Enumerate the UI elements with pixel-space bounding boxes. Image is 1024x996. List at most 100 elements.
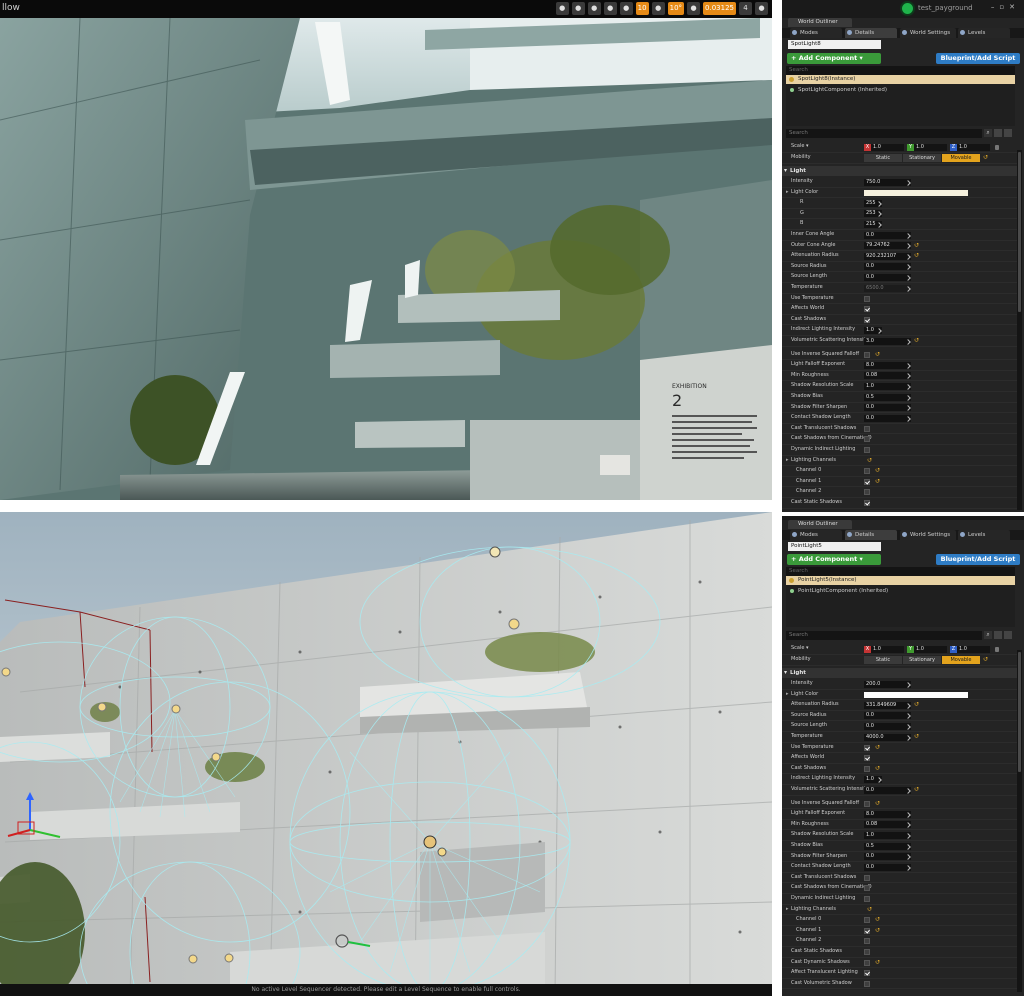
prop-checkbox[interactable] xyxy=(864,917,870,924)
tab-world-settings[interactable]: World Settings xyxy=(900,530,956,540)
component-inherited-row[interactable]: SpotLightComponent (Inherited) xyxy=(786,86,1015,95)
prop-value-field[interactable]: 0.0 xyxy=(864,853,911,861)
reset-icon[interactable]: ↺ xyxy=(867,906,872,913)
prop-value-field[interactable]: 0.0 xyxy=(864,786,911,794)
prop-checkbox[interactable] xyxy=(864,425,870,432)
scale-label[interactable]: Scale ▾ xyxy=(791,645,809,651)
expand-arrow-icon[interactable]: ▸ xyxy=(786,906,789,912)
prop-value-field[interactable]: 255 xyxy=(864,199,882,207)
blueprint-add-script-button[interactable]: Blueprint/Add Script xyxy=(936,554,1020,565)
prop-value-field[interactable]: 0.0 xyxy=(864,722,911,730)
mobility-static-button[interactable]: Static xyxy=(864,656,902,664)
prop-value-field[interactable]: 331.849609 xyxy=(864,701,911,709)
expand-arrow-icon[interactable]: ▸ xyxy=(786,457,789,463)
object-name-field[interactable]: PointLight5 xyxy=(788,542,881,551)
reset-icon[interactable]: ↺ xyxy=(914,786,919,793)
component-instance-row[interactable]: PointLight5(Instance) xyxy=(786,576,1015,585)
reset-icon[interactable]: ↺ xyxy=(875,765,880,772)
tab-details[interactable]: Details xyxy=(845,530,897,540)
snap-grid-icon[interactable]: ● xyxy=(619,2,633,15)
expand-arrow-icon[interactable]: ▸ xyxy=(786,189,789,195)
reset-icon[interactable]: ↺ xyxy=(867,457,872,464)
reset-icon[interactable]: ↺ xyxy=(983,656,988,663)
prop-value-field[interactable]: 0.08 xyxy=(864,821,911,829)
grid-size[interactable]: 10 xyxy=(635,2,649,15)
prop-value-field[interactable]: 0.0 xyxy=(864,273,911,281)
prop-value-field[interactable]: 0.0 xyxy=(864,712,911,720)
prop-checkbox[interactable] xyxy=(864,468,870,475)
prop-checkbox[interactable] xyxy=(864,755,870,762)
prop-checkbox[interactable] xyxy=(864,970,870,977)
reset-icon[interactable]: ↺ xyxy=(875,927,880,934)
scale-x-field[interactable]: X 1.0 xyxy=(864,143,904,151)
prop-value-field[interactable]: 1.0 xyxy=(864,382,911,390)
prop-value-field[interactable]: 215 xyxy=(864,220,882,228)
tab-modes[interactable]: Modes xyxy=(790,530,842,540)
eye-icon[interactable] xyxy=(1004,631,1012,639)
view-options-icon[interactable] xyxy=(994,129,1002,137)
prop-value-field[interactable]: 750.0 xyxy=(864,178,911,186)
prop-value-field[interactable]: 6500.0 xyxy=(864,284,911,292)
prop-checkbox[interactable] xyxy=(864,316,870,323)
component-instance-row[interactable]: SpotLight8(Instance) xyxy=(786,75,1015,84)
object-name-field[interactable]: SpotLight8 xyxy=(788,40,881,49)
prop-value-field[interactable]: 0.0 xyxy=(864,414,911,422)
tab-world-settings[interactable]: World Settings xyxy=(900,28,956,38)
prop-value-field[interactable]: 1.0 xyxy=(864,831,911,839)
add-component-button[interactable]: + Add Component ▾ xyxy=(787,53,881,64)
prop-checkbox[interactable] xyxy=(864,980,870,987)
light-color-swatch[interactable] xyxy=(864,189,968,196)
category-light[interactable]: Light xyxy=(782,668,1017,678)
details-search-input[interactable]: Search xyxy=(786,631,982,640)
tab-modes[interactable]: Modes xyxy=(790,28,842,38)
prop-value-field[interactable]: 0.08 xyxy=(864,372,911,380)
reset-icon[interactable]: ↺ xyxy=(875,959,880,966)
prop-value-field[interactable]: 0.0 xyxy=(864,404,911,412)
scroll-thumb[interactable] xyxy=(1018,152,1021,312)
prop-checkbox[interactable] xyxy=(864,447,870,453)
prop-value-field[interactable]: 3.0 xyxy=(864,337,911,345)
reset-icon[interactable]: ↺ xyxy=(983,154,988,161)
light-color-swatch[interactable] xyxy=(864,691,968,698)
prop-checkbox[interactable] xyxy=(864,896,870,902)
details-scrollbar[interactable] xyxy=(1017,650,1022,992)
scale-y-field[interactable]: Y 1.0 xyxy=(907,645,947,653)
prop-checkbox[interactable] xyxy=(864,927,870,934)
viewport-bottom[interactable]: No active Level Sequencer detected. Plea… xyxy=(0,512,772,996)
translate-icon[interactable]: ● xyxy=(555,2,569,15)
view-options-icon[interactable] xyxy=(994,631,1002,639)
details-scrollbar[interactable] xyxy=(1017,150,1022,510)
prop-checkbox[interactable] xyxy=(864,351,870,358)
prop-value-field[interactable]: 920.232107 xyxy=(864,252,911,260)
prop-value-field[interactable]: 1.0 xyxy=(864,775,882,783)
mobility-movable-button[interactable]: Movable xyxy=(942,656,980,664)
lock-icon[interactable] xyxy=(995,145,999,150)
prop-value-field[interactable]: 0.0 xyxy=(864,863,911,871)
mobility-stationary-button[interactable]: Stationary xyxy=(903,656,941,664)
prop-value-field[interactable]: 0.5 xyxy=(864,842,911,850)
scale-z-field[interactable]: Z 1.0 xyxy=(950,143,990,151)
scale-snap-icon[interactable]: ● xyxy=(687,2,701,15)
search-icon[interactable]: ⌕ xyxy=(984,129,992,137)
component-search-input[interactable]: Search xyxy=(786,66,1015,75)
scroll-thumb[interactable] xyxy=(1018,652,1021,772)
prop-value-field[interactable]: 8.0 xyxy=(864,361,911,369)
add-component-button[interactable]: + Add Component ▾ xyxy=(787,554,881,565)
reset-icon[interactable]: ↺ xyxy=(875,744,880,751)
prop-checkbox[interactable] xyxy=(864,874,870,881)
prop-value-field[interactable]: 200.0 xyxy=(864,680,911,688)
viewport-top[interactable]: EXHIBITION 2 llow ● ● ● ● ● 10 ● 10° ● 0.03125 4 ● xyxy=(0,0,772,500)
maximize-icon[interactable]: ● xyxy=(755,2,768,15)
prop-checkbox[interactable] xyxy=(864,306,870,313)
mobility-stationary-button[interactable]: Stationary xyxy=(903,154,941,162)
scale-y-field[interactable]: Y 1.0 xyxy=(907,143,947,151)
prop-checkbox[interactable] xyxy=(864,478,870,485)
scale-z-field[interactable]: Z 1.0 xyxy=(950,645,990,653)
tab-world-outliner[interactable]: World Outliner xyxy=(788,18,852,27)
prop-value-field[interactable]: 4000.0 xyxy=(864,733,911,741)
prop-value-field[interactable]: 0.0 xyxy=(864,263,911,271)
mobility-static-button[interactable]: Static xyxy=(864,154,902,162)
prop-checkbox[interactable] xyxy=(864,949,870,955)
prop-checkbox[interactable] xyxy=(864,885,870,892)
scale-icon[interactable]: ● xyxy=(587,2,601,15)
